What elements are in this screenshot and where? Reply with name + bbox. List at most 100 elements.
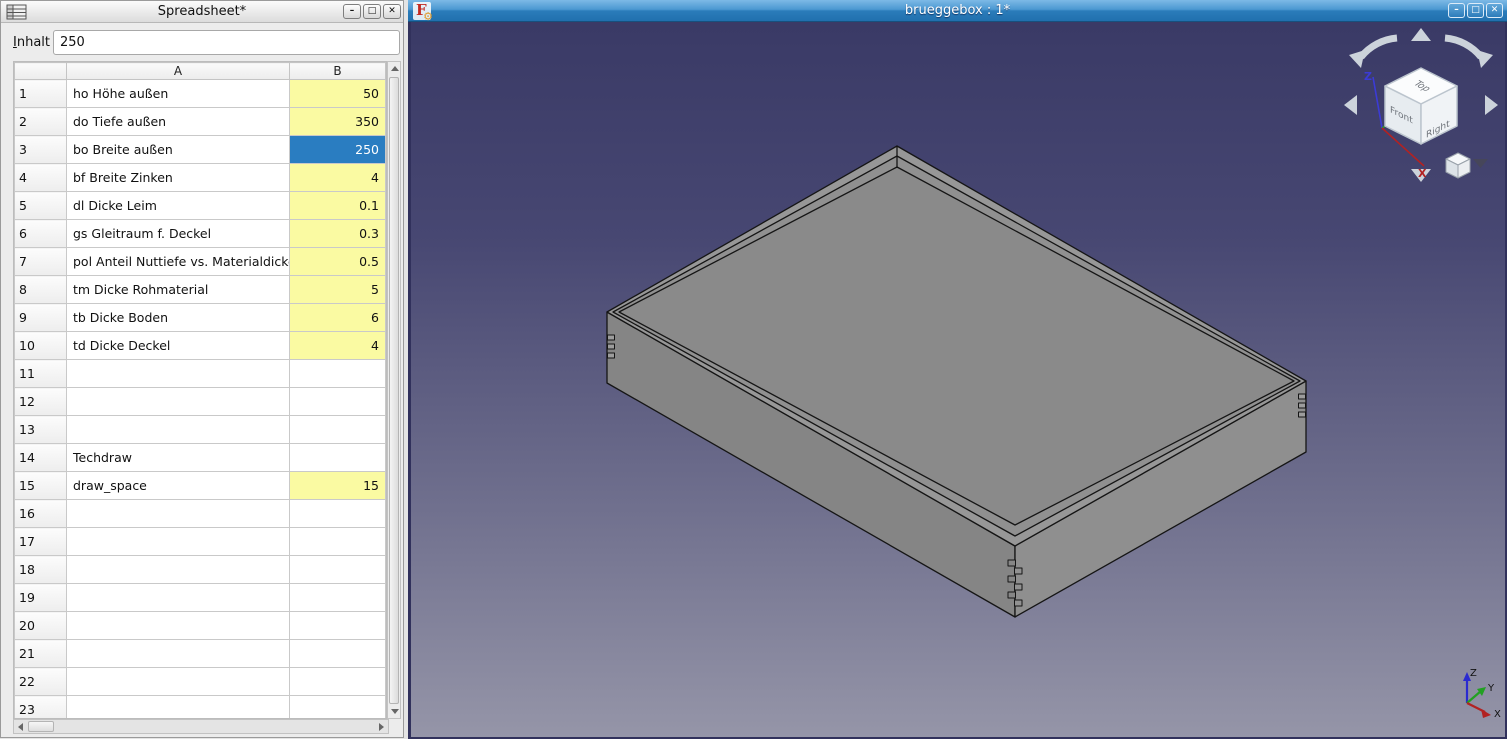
row-number-cell[interactable]: 19 (15, 584, 67, 612)
cell-a[interactable]: tb Dicke Boden (67, 304, 290, 332)
cell-b-selected[interactable]: 250 (290, 136, 386, 164)
scroll-right-icon[interactable] (379, 723, 384, 731)
spreadsheet-titlebar[interactable]: Spreadsheet* – □ ✕ (1, 1, 403, 23)
navcube-arrow-left-icon[interactable] (1344, 95, 1357, 115)
spreadsheet-grid[interactable]: A B 1ho Höhe außen50 2do Tiefe außen350 3b… (13, 61, 387, 719)
navcube-corner-cube-icon[interactable] (1446, 153, 1470, 178)
cell-a[interactable] (67, 528, 290, 556)
row-number-cell[interactable]: 14 (15, 444, 67, 472)
navcube-rotate-left-icon[interactable] (1361, 38, 1397, 57)
row-number-cell[interactable]: 22 (15, 668, 67, 696)
row-number-cell[interactable]: 23 (15, 696, 67, 720)
row-number-cell[interactable]: 2 (15, 108, 67, 136)
cell-a[interactable] (67, 500, 290, 528)
cell-a[interactable] (67, 696, 290, 720)
3d-viewport[interactable]: Z X Top Front Right (411, 22, 1505, 737)
row-number-cell[interactable]: 5 (15, 192, 67, 220)
cell-b[interactable]: 0.1 (290, 192, 386, 220)
cell-b[interactable] (290, 640, 386, 668)
vertical-scrollbar-thumb[interactable] (389, 77, 399, 704)
row-number-cell[interactable]: 17 (15, 528, 67, 556)
cell-a[interactable] (67, 416, 290, 444)
cell-a[interactable]: gs Gleitraum f. Deckel (67, 220, 290, 248)
cell-b[interactable] (290, 696, 386, 720)
cell-b[interactable] (290, 416, 386, 444)
row-number-cell[interactable]: 21 (15, 640, 67, 668)
row-number-cell[interactable]: 12 (15, 388, 67, 416)
cell-a[interactable] (67, 584, 290, 612)
vertical-scrollbar[interactable] (387, 61, 401, 719)
cell-a[interactable]: td Dicke Deckel (67, 332, 290, 360)
navigation-cube[interactable]: Z X Top Front Right (1344, 28, 1498, 182)
row-number-cell[interactable]: 13 (15, 416, 67, 444)
cell-b[interactable]: 50 (290, 80, 386, 108)
navcube-arrow-right-icon[interactable] (1485, 95, 1498, 115)
cell-b[interactable] (290, 360, 386, 388)
scroll-left-icon[interactable] (18, 723, 23, 731)
cell-b[interactable]: 4 (290, 332, 386, 360)
navcube-arrow-up-icon[interactable] (1411, 28, 1431, 41)
row-number-cell[interactable]: 15 (15, 472, 67, 500)
cell-b[interactable]: 15 (290, 472, 386, 500)
row-number-cell[interactable]: 20 (15, 612, 67, 640)
navcube-menu-dropdown-icon[interactable] (1473, 159, 1488, 168)
cell-a[interactable] (67, 668, 290, 696)
cell-a[interactable] (67, 360, 290, 388)
row-number-cell[interactable]: 6 (15, 220, 67, 248)
scroll-up-icon[interactable] (391, 66, 399, 71)
cell-b[interactable] (290, 388, 386, 416)
column-header-a[interactable]: A (67, 63, 290, 80)
corner-header-cell[interactable] (15, 63, 67, 80)
cell-a[interactable] (67, 388, 290, 416)
column-header-b[interactable]: B (290, 63, 386, 80)
cell-b[interactable] (290, 444, 386, 472)
cell-a[interactable]: Techdraw (67, 444, 290, 472)
cell-a[interactable] (67, 556, 290, 584)
row-number-cell[interactable]: 11 (15, 360, 67, 388)
cell-a[interactable]: pol Anteil Nuttiefe vs. Materialdicke (67, 248, 290, 276)
cell-b[interactable] (290, 528, 386, 556)
row-number-cell[interactable]: 3 (15, 136, 67, 164)
horizontal-scrollbar-thumb[interactable] (28, 721, 54, 732)
cell-a[interactable] (67, 640, 290, 668)
cell-a[interactable] (67, 612, 290, 640)
cell-a[interactable]: tm Dicke Rohmaterial (67, 276, 290, 304)
cell-b[interactable]: 6 (290, 304, 386, 332)
box-model[interactable] (607, 146, 1306, 617)
cell-b[interactable]: 0.3 (290, 220, 386, 248)
cell-b[interactable] (290, 556, 386, 584)
cell-a[interactable]: dl Dicke Leim (67, 192, 290, 220)
row-number-cell[interactable]: 8 (15, 276, 67, 304)
cell-a[interactable]: draw_space (67, 472, 290, 500)
close-button[interactable]: ✕ (1486, 3, 1503, 18)
cell-a[interactable]: do Tiefe außen (67, 108, 290, 136)
row-number-cell[interactable]: 7 (15, 248, 67, 276)
minimize-button[interactable]: – (343, 4, 361, 19)
cell-b[interactable]: 5 (290, 276, 386, 304)
cell-b[interactable]: 4 (290, 164, 386, 192)
cell-b[interactable] (290, 500, 386, 528)
maximize-button[interactable]: □ (1467, 3, 1484, 18)
navcube-rotate-right-icon[interactable] (1445, 38, 1481, 57)
horizontal-scrollbar[interactable] (13, 719, 389, 734)
cell-b[interactable] (290, 612, 386, 640)
cell-b[interactable]: 0.5 (290, 248, 386, 276)
close-button[interactable]: ✕ (383, 4, 401, 19)
row-number-cell[interactable]: 16 (15, 500, 67, 528)
row-number-cell[interactable]: 4 (15, 164, 67, 192)
cell-a[interactable]: bf Breite Zinken (67, 164, 290, 192)
cell-b[interactable] (290, 668, 386, 696)
row-number-cell[interactable]: 9 (15, 304, 67, 332)
cell-b[interactable]: 350 (290, 108, 386, 136)
minimize-button[interactable]: – (1448, 3, 1465, 18)
inhalt-input[interactable] (53, 30, 400, 55)
cell-a[interactable]: ho Höhe außen (67, 80, 290, 108)
maximize-button[interactable]: □ (363, 4, 381, 19)
freecad-titlebar[interactable]: F⚙ brueggebox : 1* – □ ✕ (408, 0, 1507, 22)
cell-a[interactable]: bo Breite außen (67, 136, 290, 164)
row-number-cell[interactable]: 1 (15, 80, 67, 108)
cell-b[interactable] (290, 584, 386, 612)
scroll-down-icon[interactable] (391, 709, 399, 714)
row-number-cell[interactable]: 10 (15, 332, 67, 360)
row-number-cell[interactable]: 18 (15, 556, 67, 584)
